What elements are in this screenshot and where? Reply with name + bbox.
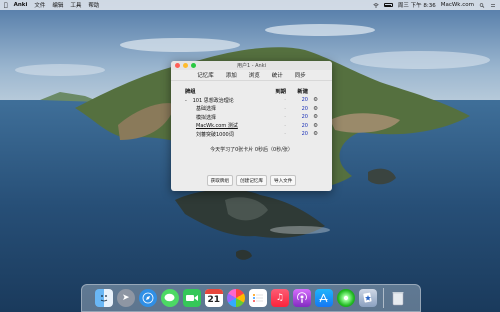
control-center-icon[interactable] — [490, 3, 496, 8]
green-app-icon[interactable] — [336, 289, 355, 307]
toolbar-add[interactable]: 添加 — [226, 71, 237, 79]
deck-list: 牌组 到期 新建 - 101 思想政治理论 - 20 ⚙ 基础选择 - 20 ⚙… — [171, 85, 332, 153]
deck-due-count: - — [284, 122, 286, 129]
facetime-icon[interactable] — [182, 289, 201, 307]
deck-options-gear-icon[interactable]: ⚙ — [308, 131, 318, 137]
deck-row[interactable]: 基础选择 - 20 ⚙ — [185, 105, 318, 114]
menubar-clock[interactable]: 周三 下午 8:36 — [398, 1, 436, 9]
deck-new-count: 20 — [301, 97, 308, 104]
deck-name[interactable]: 基础选择 — [185, 105, 264, 112]
photos-icon[interactable] — [226, 289, 245, 307]
study-summary: 今天学习了0张卡片 0秒后（0秒/张） — [210, 146, 293, 153]
launchpad-icon[interactable]: ➤ — [116, 289, 135, 307]
close-window-button[interactable] — [175, 63, 180, 68]
calendar-icon[interactable]: 21 — [204, 289, 223, 307]
deck-due-count: - — [284, 114, 286, 121]
battery-icon[interactable] — [383, 3, 393, 7]
deck-options-gear-icon[interactable]: ⚙ — [308, 97, 318, 103]
deck-name[interactable]: MacWk.com 测试 — [185, 122, 264, 129]
apple-menu-icon[interactable]:  — [4, 2, 8, 9]
reminders-icon[interactable] — [248, 289, 267, 307]
deck-name[interactable]: 刘蕃突破1000词 — [185, 131, 264, 138]
create-deck-button[interactable]: 创建记忆库 — [236, 175, 267, 186]
menu-file[interactable]: 文件 — [34, 1, 45, 9]
collapse-toggle[interactable]: - — [185, 98, 191, 104]
deck-name[interactable]: 模拟选择 — [185, 114, 264, 121]
deck-row[interactable]: 刘蕃突破1000词 - 20 ⚙ — [185, 130, 318, 139]
messages-icon[interactable] — [160, 289, 179, 307]
menubar-status-area: 周三 下午 8:36 MacWk.com — [373, 1, 496, 9]
finder-icon[interactable] — [94, 289, 113, 307]
trash-icon[interactable] — [389, 289, 407, 307]
menu-tools[interactable]: 工具 — [70, 1, 81, 9]
anki-icon[interactable] — [358, 289, 377, 307]
menu-bar:  Anki 文件 编辑 工具 帮助 周三 下午 8:36 MacWk.com — [0, 0, 500, 10]
import-file-button[interactable]: 导入文件 — [269, 175, 297, 186]
deck-new-count: 20 — [301, 114, 308, 121]
menu-edit[interactable]: 编辑 — [52, 1, 63, 9]
deck-options-gear-icon[interactable]: ⚙ — [308, 106, 318, 112]
deck-new-count: 20 — [301, 105, 308, 112]
main-toolbar: 记忆库 添加 浏览 统计 同步 — [171, 70, 332, 81]
toolbar-sync[interactable]: 同步 — [295, 71, 306, 79]
zoom-window-button[interactable] — [191, 63, 196, 68]
window-titlebar[interactable]: 用户1 - Anki — [171, 61, 332, 70]
app-store-icon[interactable] — [314, 289, 333, 307]
anki-main-window: 用户1 - Anki 记忆库 添加 浏览 统计 同步 牌组 到期 新建 - 10… — [171, 61, 332, 191]
column-deck: 牌组 — [185, 88, 196, 95]
podcasts-icon[interactable] — [292, 289, 311, 307]
menu-help[interactable]: 帮助 — [88, 1, 99, 9]
deck-due-count: - — [284, 105, 286, 112]
deck-options-gear-icon[interactable]: ⚙ — [308, 123, 318, 129]
wifi-icon[interactable] — [373, 2, 379, 8]
menubar-site-label: MacWk.com — [440, 2, 474, 8]
deck-due-count: - — [284, 131, 286, 138]
toolbar-stats[interactable]: 统计 — [272, 71, 283, 79]
dock: ➤ 21 ♫ — [81, 284, 421, 312]
music-icon[interactable]: ♫ — [270, 289, 289, 307]
search-icon[interactable] — [479, 2, 485, 8]
minimize-window-button[interactable] — [183, 63, 188, 68]
deck-name[interactable]: 101 思想政治理论 — [193, 98, 234, 104]
dock-separator — [382, 288, 384, 308]
window-title: 用户1 - Anki — [236, 63, 267, 69]
column-new: 新建 — [297, 88, 308, 95]
toolbar-browse[interactable]: 浏览 — [249, 71, 260, 79]
window-controls — [175, 63, 196, 68]
bottom-button-bar: 获取牌组 创建记忆库 导入文件 — [171, 175, 332, 186]
safari-icon[interactable] — [138, 289, 157, 307]
toolbar-decks[interactable]: 记忆库 — [197, 71, 214, 79]
deck-options-gear-icon[interactable]: ⚙ — [308, 114, 318, 120]
get-shared-button[interactable]: 获取牌组 — [206, 175, 233, 186]
deck-row[interactable]: 模拟选择 - 20 ⚙ — [185, 113, 318, 122]
deck-row[interactable]: MacWk.com 测试 - 20 ⚙ — [185, 122, 318, 131]
deck-due-count: - — [284, 97, 286, 104]
deck-new-count: 20 — [301, 122, 308, 129]
deck-new-count: 20 — [301, 131, 308, 138]
deck-list-header: 牌组 到期 新建 — [185, 85, 318, 96]
deck-row[interactable]: - 101 思想政治理论 - 20 ⚙ — [185, 96, 318, 105]
calendar-day: 21 — [207, 295, 221, 305]
menu-app-anki[interactable]: Anki — [14, 2, 28, 8]
column-due: 到期 — [275, 88, 286, 95]
